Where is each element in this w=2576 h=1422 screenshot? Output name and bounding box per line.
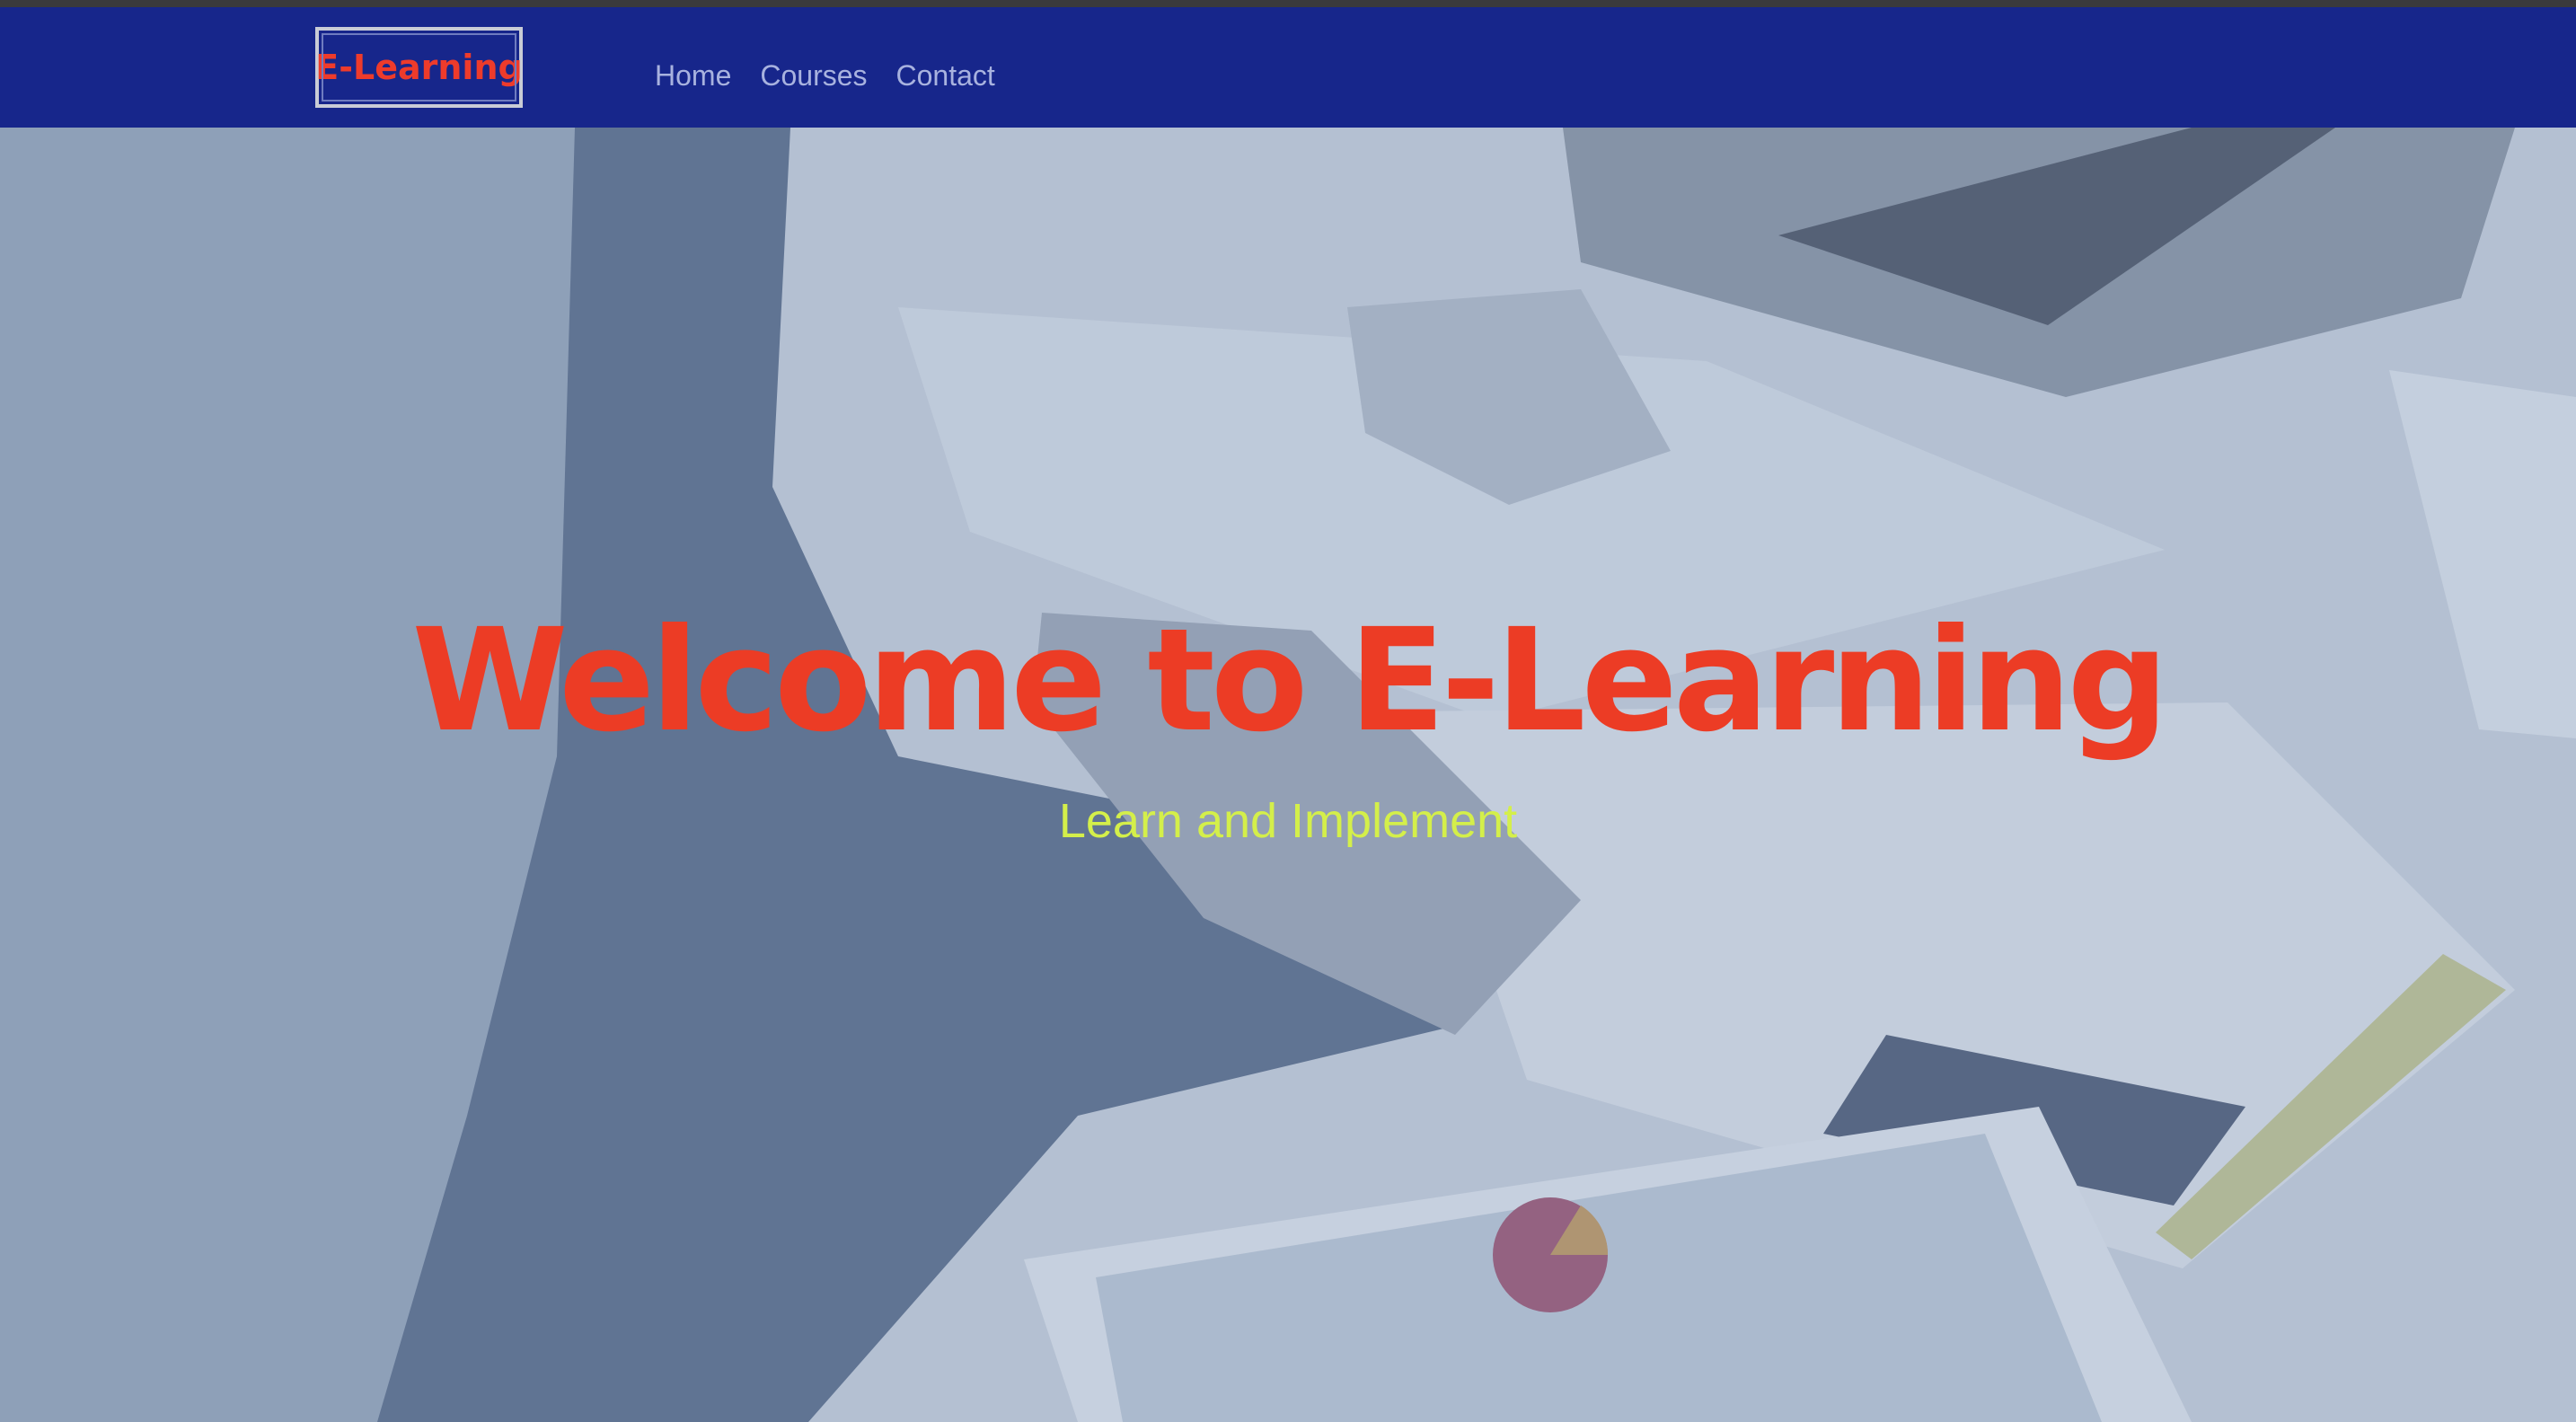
hero-title: Welcome to E-Learning [411,598,2168,764]
nav-link-courses[interactable]: Courses [760,59,867,93]
nav-link-contact[interactable]: Contact [896,59,995,93]
hero-overlay [0,128,2576,1422]
hero-section: Welcome to E-Learning Learn and Implemen… [0,128,2576,1422]
navbar: E-Learning Home Courses Contact [0,7,2576,128]
brand-logo-link[interactable]: E-Learning [315,27,523,108]
nav-links: Home Courses Contact [655,54,995,97]
nav-link-home[interactable]: Home [655,59,731,93]
hero-subtitle: Learn and Implement [1058,794,1518,848]
browser-top-strip [0,0,2576,7]
